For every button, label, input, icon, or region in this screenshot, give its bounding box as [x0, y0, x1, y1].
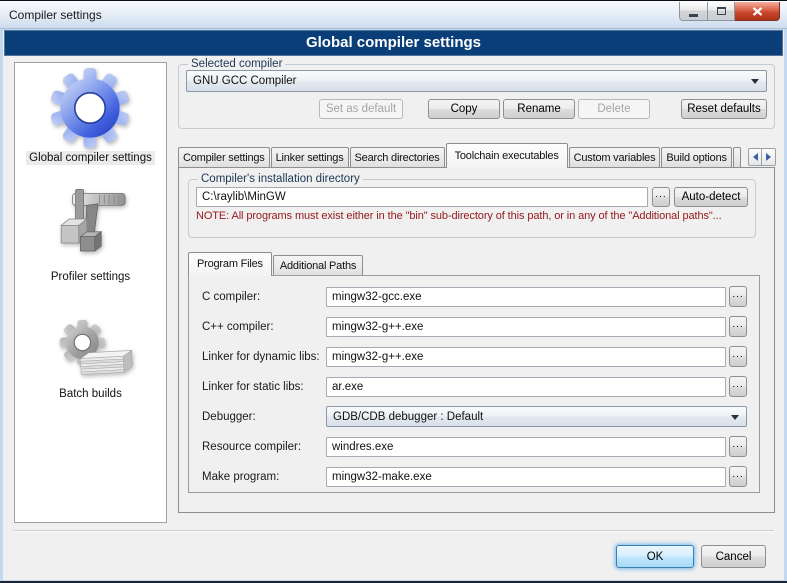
auto-detect-button[interactable]: Auto-detect: [674, 187, 748, 207]
subtab-additional-paths[interactable]: Additional Paths: [273, 255, 363, 276]
field-label: Make program:: [202, 471, 326, 483]
left-arrow-icon: [753, 153, 758, 161]
titlebar[interactable]: Compiler settings: [0, 0, 787, 29]
minimize-button[interactable]: [679, 2, 708, 21]
sidebar-item-label: Profiler settings: [48, 270, 133, 284]
copy-button[interactable]: Copy: [428, 99, 500, 119]
tab-partial[interactable]: [733, 147, 741, 168]
dynamic-linker-input[interactable]: [326, 347, 726, 367]
field-label: Linker for dynamic libs:: [202, 351, 326, 363]
make-program-browse-button[interactable]: ...: [729, 466, 747, 487]
settings-tabstrip: Compiler settings Linker settings Search…: [178, 143, 776, 168]
field-label: C compiler:: [202, 291, 326, 303]
cpp-compiler-input[interactable]: [326, 317, 726, 337]
paths-subtabs: Program Files Additional Paths: [188, 252, 364, 276]
dialog-body: Global compiler settings: [3, 30, 784, 580]
program-files-panel: C compiler: ... C++ compiler: ... Linker…: [188, 275, 760, 493]
installation-directory-row: ... Auto-detect: [196, 187, 748, 207]
maximize-icon: [717, 7, 726, 15]
tab-build-options[interactable]: Build options: [661, 147, 731, 168]
cancel-button[interactable]: Cancel: [701, 545, 766, 568]
installation-directory-group: Compiler's installation directory ... Au…: [188, 173, 756, 238]
caliper-icon: [48, 187, 132, 267]
set-as-default-button[interactable]: Set as default: [319, 99, 403, 119]
compiler-buttons-row: Set as default Copy Rename Delete Reset …: [186, 99, 767, 119]
compiler-settings-window: Compiler settings Global compiler settin…: [0, 0, 787, 583]
gray-gear-stack-icon: [48, 312, 134, 384]
delete-button[interactable]: Delete: [578, 99, 650, 119]
tab-search-directories[interactable]: Search directories: [350, 147, 445, 168]
sidebar-item-global-compiler-settings[interactable]: Global compiler settings: [26, 68, 155, 165]
resource-compiler-browse-button[interactable]: ...: [729, 436, 747, 457]
close-button[interactable]: [735, 2, 780, 21]
tab-scroll-right-button[interactable]: [762, 148, 776, 166]
minimize-icon: [689, 14, 698, 17]
field-row-resource-compiler: Resource compiler: ...: [202, 436, 747, 457]
sidebar-item-label: Batch builds: [56, 387, 125, 401]
debugger-select[interactable]: GDB/CDB debugger : Default: [326, 406, 747, 427]
field-label: C++ compiler:: [202, 321, 326, 333]
compiler-select-value: GNU GCC Compiler: [193, 75, 297, 87]
field-label: Resource compiler:: [202, 441, 326, 453]
reset-defaults-button[interactable]: Reset defaults: [681, 99, 767, 119]
field-row-dynamic-linker: Linker for dynamic libs: ...: [202, 346, 747, 367]
ok-button[interactable]: OK: [616, 545, 694, 568]
toolchain-executables-page: Compiler's installation directory ... Au…: [178, 167, 775, 513]
compiler-select[interactable]: GNU GCC Compiler: [186, 70, 767, 92]
field-row-debugger: Debugger: GDB/CDB debugger : Default: [202, 406, 747, 427]
blue-gear-icon: [50, 68, 130, 148]
field-row-cpp-compiler: C++ compiler: ...: [202, 316, 747, 337]
close-icon: [752, 7, 763, 16]
selected-compiler-legend: Selected compiler: [188, 58, 285, 70]
tab-linker-settings[interactable]: Linker settings: [271, 147, 349, 168]
static-linker-browse-button[interactable]: ...: [729, 376, 747, 397]
tab-compiler-settings[interactable]: Compiler settings: [178, 147, 270, 168]
field-label: Linker for static libs:: [202, 381, 326, 393]
make-program-input[interactable]: [326, 467, 726, 487]
field-row-c-compiler: C compiler: ...: [202, 286, 747, 307]
c-compiler-input[interactable]: [326, 287, 726, 307]
bin-subdirectory-note: NOTE: All programs must exist either in …: [196, 210, 748, 222]
resource-compiler-input[interactable]: [326, 437, 726, 457]
rename-button[interactable]: Rename: [503, 99, 575, 119]
tab-scroll-left-button[interactable]: [748, 148, 762, 166]
static-linker-input[interactable]: [326, 377, 726, 397]
dynamic-linker-browse-button[interactable]: ...: [729, 346, 747, 367]
c-compiler-browse-button[interactable]: ...: [729, 286, 747, 307]
subtab-program-files[interactable]: Program Files: [188, 252, 272, 276]
installation-directory-browse-button[interactable]: ...: [652, 187, 670, 207]
window-title: Compiler settings: [9, 8, 102, 22]
right-arrow-icon: [766, 153, 771, 161]
field-row-make-program: Make program: ...: [202, 466, 747, 487]
sidebar-item-batch-builds[interactable]: Batch builds: [48, 312, 134, 401]
window-controls: [679, 2, 780, 21]
chevron-down-icon: [751, 79, 759, 84]
field-row-static-linker: Linker for static libs: ...: [202, 376, 747, 397]
installation-directory-legend: Compiler's installation directory: [198, 173, 363, 185]
maximize-button[interactable]: [708, 2, 735, 21]
field-label: Debugger:: [202, 411, 326, 423]
tab-custom-variables[interactable]: Custom variables: [569, 147, 661, 168]
page-title: Global compiler settings: [4, 30, 783, 56]
chevron-down-icon: [731, 415, 739, 420]
sidebar-item-profiler-settings[interactable]: Profiler settings: [48, 187, 133, 284]
cpp-compiler-browse-button[interactable]: ...: [729, 316, 747, 337]
installation-directory-input[interactable]: [196, 187, 648, 207]
tab-toolchain-executables[interactable]: Toolchain executables: [446, 143, 568, 168]
footer-divider: [13, 530, 774, 532]
selected-compiler-group: Selected compiler GNU GCC Compiler Set a…: [178, 58, 775, 129]
tab-scroll-buttons: [746, 148, 776, 166]
sidebar: Global compiler settings: [14, 62, 167, 523]
sidebar-item-label: Global compiler settings: [26, 151, 155, 165]
debugger-select-value: GDB/CDB debugger : Default: [333, 411, 483, 423]
